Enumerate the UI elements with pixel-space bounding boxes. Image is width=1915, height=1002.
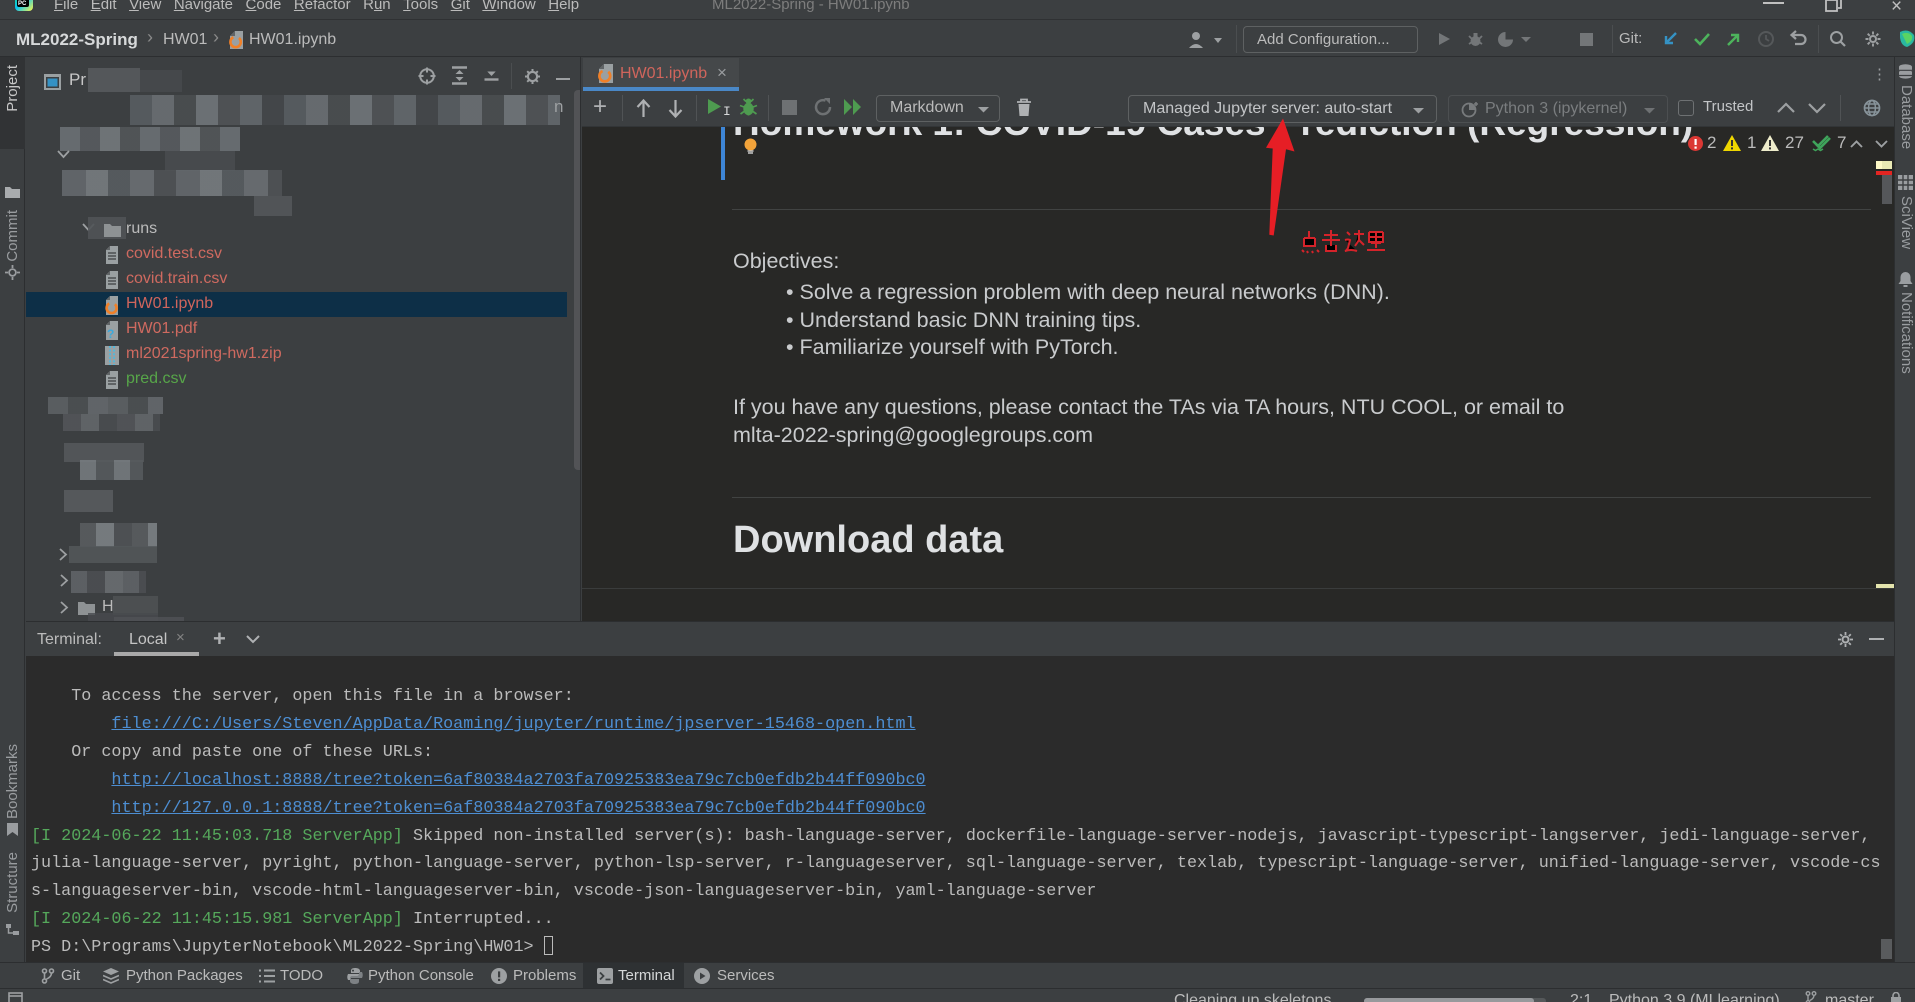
svg-text:?: ?: [107, 327, 114, 340]
